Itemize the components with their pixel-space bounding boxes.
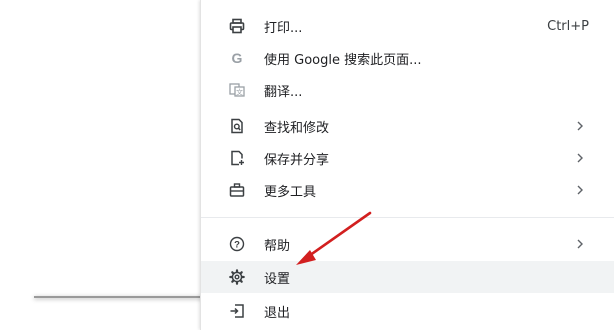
menu-item-translate[interactable]: 文 翻译... xyxy=(201,74,614,106)
menu-item-label: 帮助 xyxy=(264,238,291,254)
menu-item-exit[interactable]: 退出 xyxy=(201,295,614,327)
chevron-right-icon xyxy=(577,239,583,249)
menu-item-help[interactable]: ? 帮助 xyxy=(201,228,614,260)
menu-item-label: 使用 Google 搜索此页面... xyxy=(264,52,422,68)
save-share-icon xyxy=(229,150,245,166)
translate-icon: 文 xyxy=(229,82,245,98)
background-window-edge xyxy=(34,296,204,298)
menu-item-label: 更多工具 xyxy=(264,184,317,200)
svg-text:?: ? xyxy=(234,240,240,251)
menu-item-more-tools[interactable]: 更多工具 xyxy=(201,174,614,206)
menu-item-print[interactable]: 打印... Ctrl+P xyxy=(201,10,614,42)
svg-text:G: G xyxy=(232,50,243,66)
menu-item-label: 查找和修改 xyxy=(264,120,330,136)
chevron-right-icon xyxy=(577,185,583,195)
svg-text:文: 文 xyxy=(236,88,243,97)
google-g-icon: G xyxy=(229,50,245,66)
menu-divider xyxy=(201,217,614,218)
menu-item-label: 翻译... xyxy=(264,84,303,100)
menu-item-label: 退出 xyxy=(264,305,291,321)
menu-item-label: 打印... xyxy=(264,20,303,36)
exit-icon xyxy=(229,303,245,319)
menu-item-find-edit[interactable]: 查找和修改 xyxy=(201,110,614,142)
printer-icon xyxy=(229,18,245,34)
gear-icon xyxy=(229,269,245,285)
menu-item-save-share[interactable]: 保存并分享 xyxy=(201,142,614,174)
menu-item-label: 设置 xyxy=(264,271,291,287)
chrome-main-menu: 打印... Ctrl+P G 使用 Google 搜索此页面... 文 翻译..… xyxy=(200,0,614,330)
menu-item-settings[interactable]: 设置 xyxy=(201,261,614,293)
toolbox-icon xyxy=(229,182,245,198)
help-icon: ? xyxy=(229,236,245,252)
menu-item-label: 保存并分享 xyxy=(264,152,330,168)
shortcut-text: Ctrl+P xyxy=(547,18,589,34)
chevron-right-icon xyxy=(577,153,583,163)
chevron-right-icon xyxy=(577,121,583,131)
find-page-icon xyxy=(229,118,245,134)
menu-item-google-search[interactable]: G 使用 Google 搜索此页面... xyxy=(201,42,614,74)
